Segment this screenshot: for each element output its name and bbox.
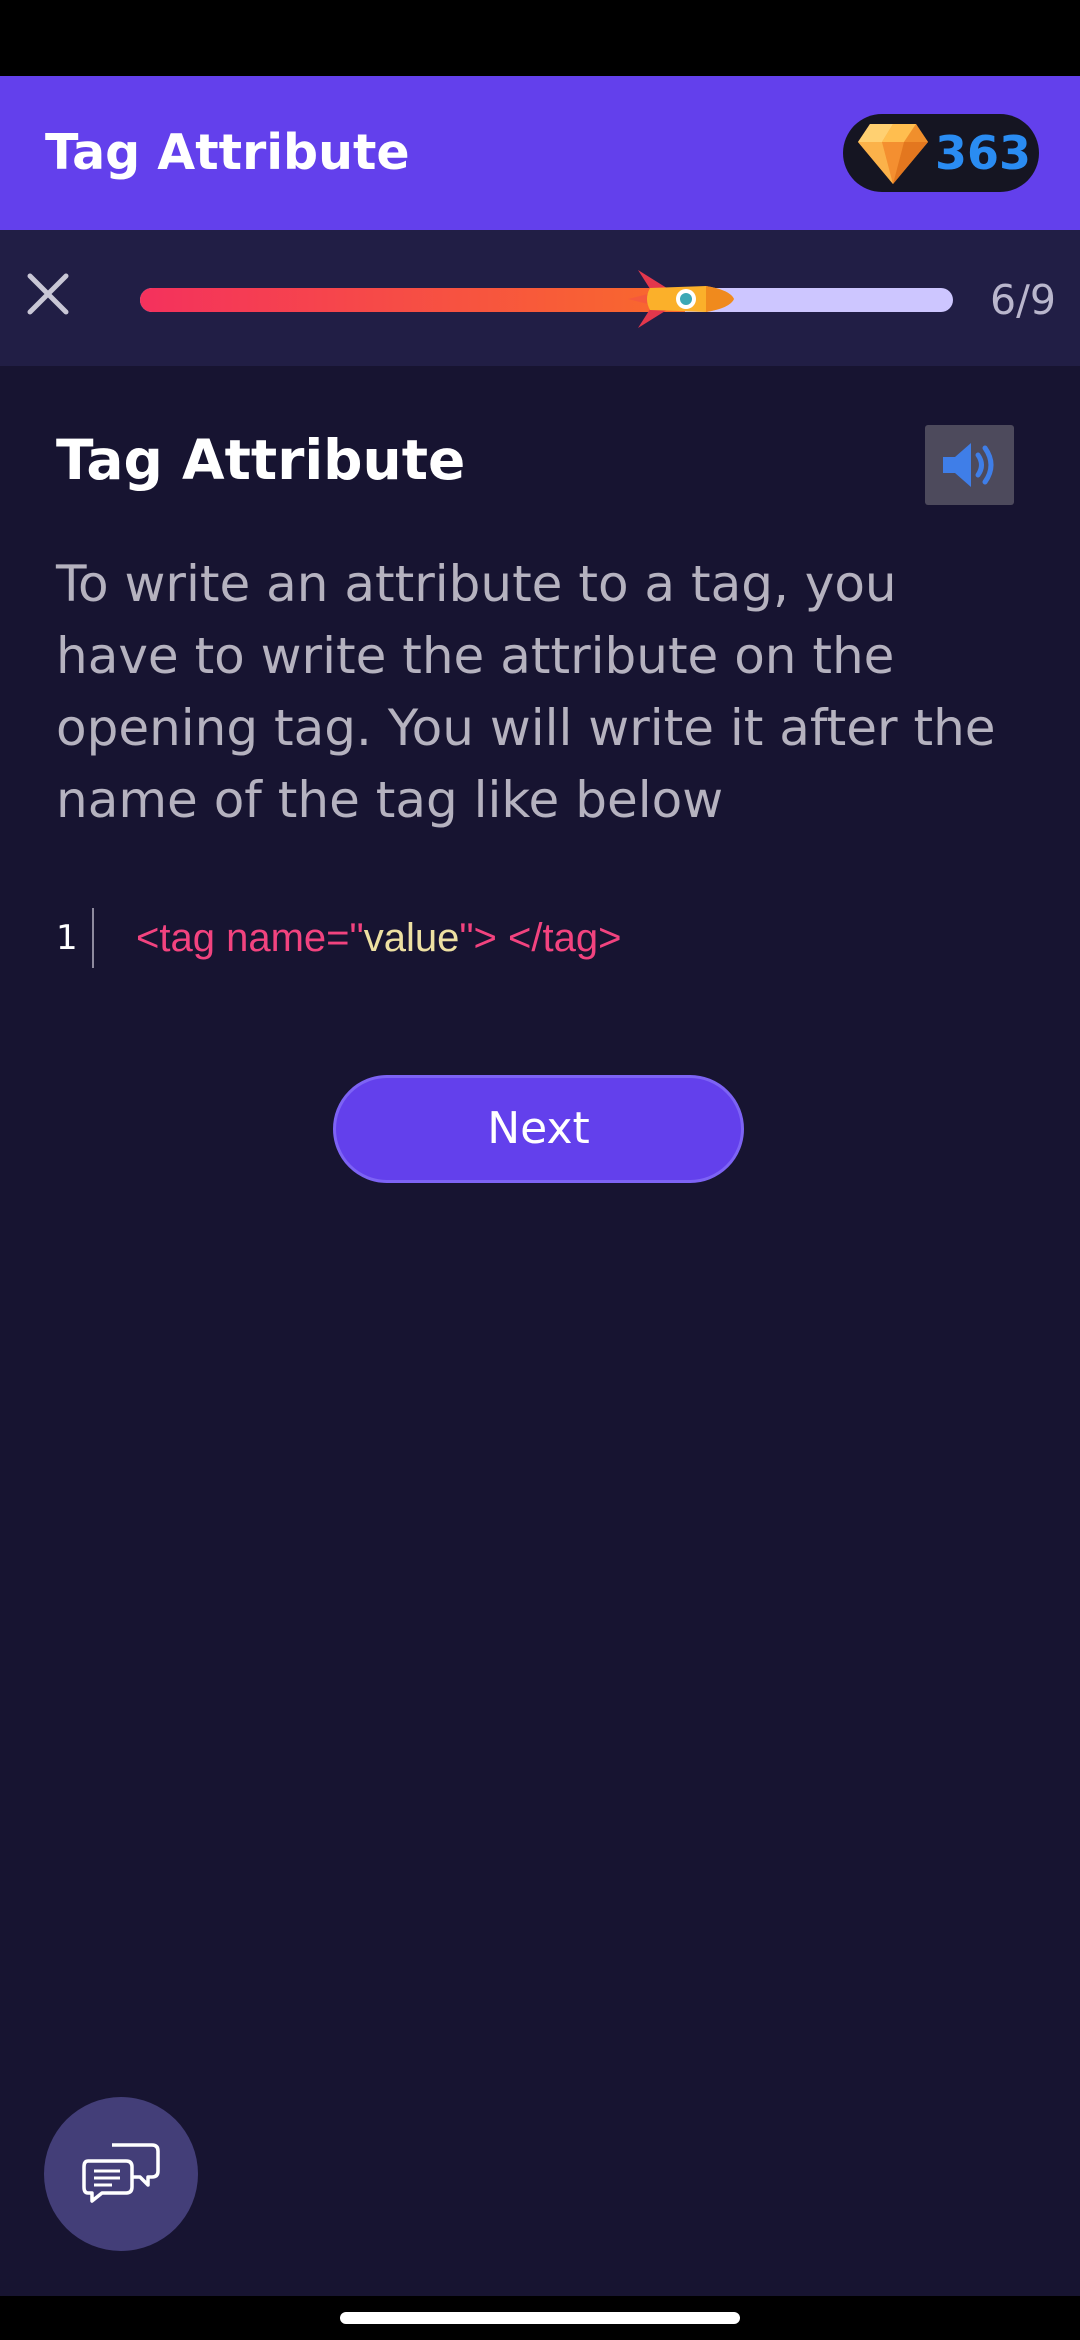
progress-count: 6/9 (990, 276, 1056, 324)
gems-counter[interactable]: 363 (843, 114, 1039, 192)
rocket-icon (628, 270, 734, 328)
gem-count: 363 (935, 126, 1032, 180)
app-bar: Tag Attribute 363 (0, 76, 1080, 230)
chat-bubbles-icon (82, 2143, 160, 2203)
lesson-body: To write an attribute to a tag, you have… (56, 555, 996, 829)
system-nav-bar (0, 2296, 1080, 2340)
code-token-tag: <tag name=" (136, 916, 364, 960)
line-number: 1 (56, 918, 78, 958)
code-line: <tag name="value"> </tag> (136, 900, 621, 976)
gem-icon (858, 124, 928, 184)
close-icon[interactable] (22, 268, 74, 320)
sound-button[interactable] (925, 425, 1014, 505)
home-indicator[interactable] (340, 2312, 740, 2324)
chat-button[interactable] (44, 2097, 198, 2251)
status-bar (0, 0, 1080, 76)
lesson-title: Tag Attribute (56, 428, 466, 492)
lesson-screen: Tag Attribute 363 6/9 Tag Attribute To w… (0, 0, 1080, 2340)
code-token-value: value (363, 916, 460, 960)
app-title: Tag Attribute (45, 124, 410, 181)
speaker-icon (943, 443, 994, 487)
gutter-divider (92, 908, 94, 968)
code-token-tag-end: "> </tag> (459, 916, 622, 960)
progress-bar (140, 288, 953, 312)
code-block: 1 <tag name="value"> </tag> (56, 900, 1016, 976)
next-button[interactable]: Next (333, 1075, 744, 1183)
progress-fill (140, 288, 685, 312)
